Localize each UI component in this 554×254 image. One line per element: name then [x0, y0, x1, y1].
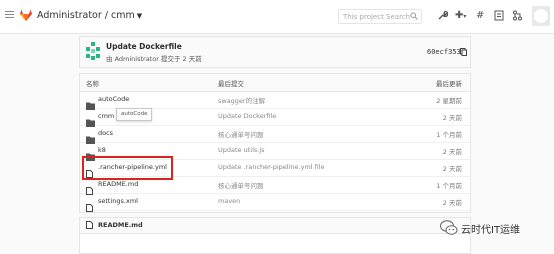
commit-title[interactable]: Update Dockerfile	[106, 42, 182, 51]
table-row[interactable]: settings.xml maven 2 天前	[80, 193, 470, 212]
last-update-time: 2 星期前	[436, 97, 462, 105]
copy-icon[interactable]	[460, 48, 467, 56]
chevron-down-icon[interactable]: ▼	[137, 12, 142, 20]
column-header-last-update: 最后更新	[436, 80, 462, 88]
file-tree-table: 名称 最后提交 最后更新 autoCode swagger的注解 2 星期前 cmm U…	[79, 73, 471, 213]
commit-author-avatar[interactable]	[85, 42, 101, 60]
commit-message-link[interactable]: 核心通单号问题	[218, 129, 264, 139]
readme-box: README.md	[79, 217, 471, 254]
table-header: 名称 最后提交 最后更新	[80, 74, 470, 92]
file-icon	[86, 221, 93, 229]
commit-message-link[interactable]: Update .rancher-pipeline.yml file	[218, 163, 325, 171]
column-header-name: 名称	[86, 80, 99, 88]
project-path[interactable]: Administrator / cmm	[37, 10, 135, 21]
column-header-last-commit: 最后提交	[218, 80, 244, 88]
commit-message-link[interactable]: maven	[218, 197, 240, 205]
file-name-link[interactable]: docs	[98, 129, 113, 137]
commit-message-link[interactable]: 核心通单号问题	[218, 180, 264, 190]
tooltip: autoCode	[116, 108, 153, 121]
plus-icon[interactable]: ✚▾	[455, 10, 466, 23]
last-update-time: 2 天前	[442, 165, 462, 173]
avatar[interactable]	[534, 9, 548, 23]
last-update-time: 2 天前	[442, 114, 462, 122]
right-gutter	[548, 34, 554, 254]
table-row[interactable]: docs 核心通单号问题 1 个月前	[80, 125, 470, 144]
commit-message-link[interactable]: swagger的注解	[218, 95, 265, 105]
table-row[interactable]: autoCode swagger的注解 2 星期前	[80, 91, 470, 110]
readme-header: README.md	[80, 218, 470, 234]
search-placeholder: This project Search	[343, 13, 411, 21]
last-commit-box: Update Dockerfile 由 Administrator 提交于 2 …	[79, 36, 471, 68]
readme-title[interactable]: README.md	[98, 221, 143, 229]
last-update-time: 2 天前	[442, 199, 462, 207]
file-name-link[interactable]: README.md	[98, 180, 138, 188]
commit-message-link[interactable]: Update utils.js	[218, 146, 265, 154]
commit-sha[interactable]: 60ecf353	[427, 48, 461, 56]
file-name-link[interactable]: cmm	[98, 112, 114, 120]
commit-meta: 由 Administrator 提交于 2 天前	[106, 55, 202, 63]
last-update-time: 1 个月前	[436, 131, 462, 139]
gitlab-logo[interactable]	[19, 8, 33, 22]
commit-message-link[interactable]: Update Dockerfile	[218, 112, 276, 120]
wechat-logo-icon	[440, 220, 458, 235]
last-update-time: 1 个月前	[436, 182, 462, 190]
file-name-link[interactable]: k8	[98, 146, 106, 154]
user-avatar[interactable]	[532, 6, 550, 26]
bell-icon[interactable]	[494, 10, 504, 21]
top-navbar: Administrator / cmm ▼ This project Search…	[0, 0, 554, 34]
merge-request-icon[interactable]	[512, 10, 523, 21]
search-input[interactable]: This project Search	[338, 9, 422, 24]
menu-icon[interactable]	[5, 11, 14, 20]
file-icon	[86, 197, 93, 216]
file-name-link[interactable]: settings.xml	[98, 197, 138, 205]
highlight-box	[82, 156, 173, 180]
hash-icon[interactable]: #	[476, 10, 484, 22]
watermark-text: 云时代IT运维	[461, 225, 521, 236]
wrench-icon[interactable]	[437, 10, 448, 21]
project-breadcrumb[interactable]: Administrator / cmm ▼	[37, 10, 142, 21]
search-icon	[410, 12, 418, 20]
last-update-time: 2 天前	[442, 148, 462, 156]
file-name-link[interactable]: autoCode	[98, 95, 129, 103]
